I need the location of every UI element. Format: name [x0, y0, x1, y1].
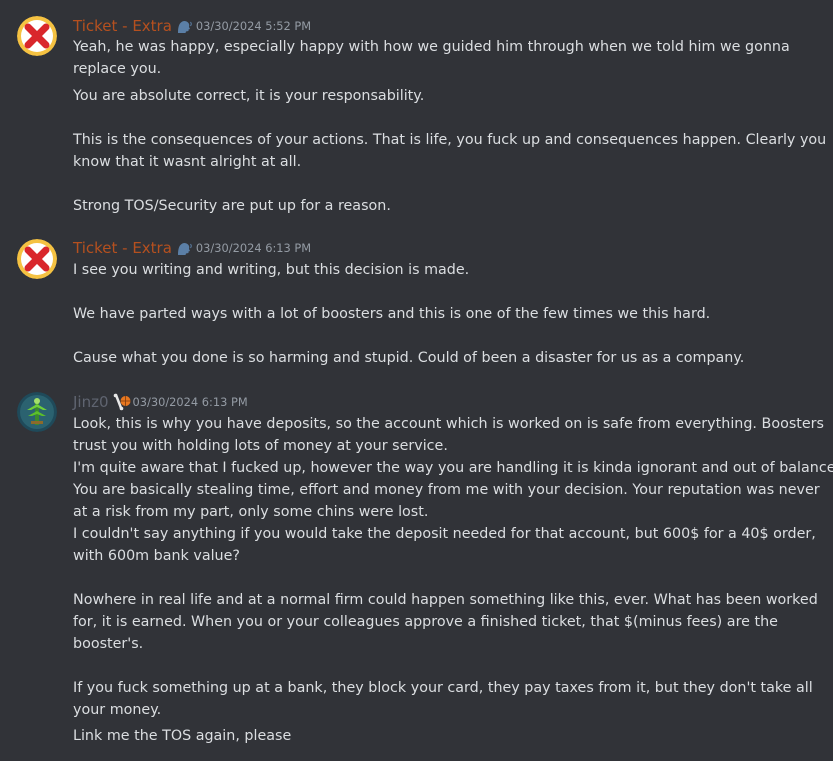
message-line: If you fuck something up at a bank, they… — [73, 680, 813, 696]
speaking-head-icon — [175, 239, 193, 257]
avatar[interactable] — [17, 16, 57, 56]
message-line: This is the consequences of your actions… — [73, 132, 827, 148]
message-line: for, it is earned. When you or your coll… — [73, 614, 778, 630]
timestamp: 03/30/2024 6:13 PM — [195, 241, 312, 255]
message-line: with 600m bank value? — [73, 548, 240, 564]
message-line: Strong TOS/Security are put up for a rea… — [73, 198, 391, 214]
username[interactable]: Ticket - Extra — [73, 16, 172, 36]
message-line: We have parted ways with a lot of booste… — [73, 306, 711, 322]
message-line: Look, this is why you have deposits, so … — [73, 416, 824, 432]
message-line: Cause what you done is so harming and st… — [73, 350, 745, 366]
message-line: know that it wasnt alright at all. — [73, 154, 302, 170]
red-x-icon — [17, 239, 57, 279]
message-line: replace you. — [73, 61, 162, 77]
message-line: I couldn't say anything if you would tak… — [73, 526, 816, 542]
avatar[interactable] — [17, 392, 57, 432]
message-line: booster's. — [73, 636, 144, 652]
bone-basketball-icon — [112, 393, 131, 411]
message-line: You are absolute correct, it is your res… — [73, 88, 425, 104]
message-line: Yeah, he was happy, especially happy wit… — [73, 39, 790, 55]
username[interactable]: Jinz0 — [73, 392, 109, 412]
message-line: trust you with holding lots of money at … — [73, 438, 448, 454]
message-line: You are basically stealing time, effort … — [73, 482, 820, 498]
red-x-icon — [17, 16, 57, 56]
message-line: I'm quite aware that I fucked up, howeve… — [73, 460, 833, 476]
username[interactable]: Ticket - Extra — [73, 238, 172, 258]
message-header: Ticket - Extra 03/30/2024 6:13 PM — [73, 238, 311, 258]
green-tree-avatar-icon — [17, 392, 57, 432]
message-header: Jinz0 03/30/2024 6:13 PM — [73, 392, 248, 412]
timestamp: 03/30/2024 5:52 PM — [195, 19, 312, 33]
avatar[interactable] — [17, 239, 57, 279]
speaking-head-icon — [175, 17, 193, 35]
message-line: Nowhere in real life and at a normal fir… — [73, 592, 818, 608]
message-line: your money. — [73, 702, 162, 718]
timestamp: 03/30/2024 6:13 PM — [132, 395, 248, 409]
message-header: Ticket - Extra 03/30/2024 5:52 PM — [73, 16, 311, 36]
message-line: I see you writing and writing, but this … — [73, 262, 470, 278]
chat-message-list: Ticket - Extra 03/30/2024 5:52 PM Yeah, … — [0, 0, 833, 761]
message-line: Link me the TOS again, please — [73, 728, 292, 744]
message-line: at a risk from my part, only some chins … — [73, 504, 429, 520]
